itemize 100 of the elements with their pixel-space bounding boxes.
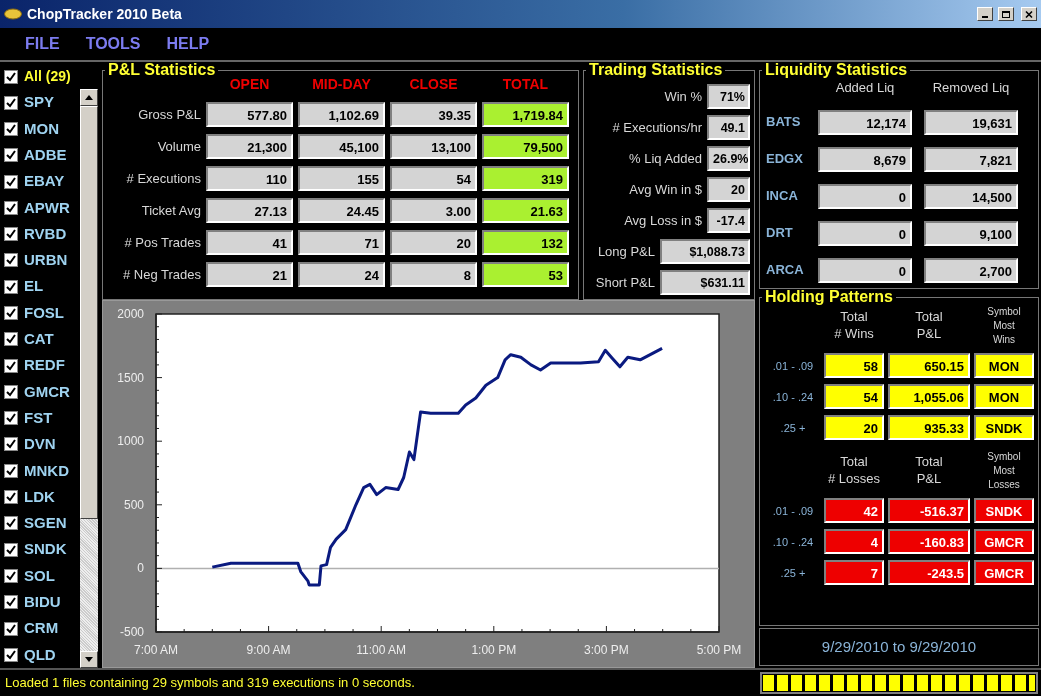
checkbox[interactable]	[4, 621, 18, 636]
symbol-label[interactable]: MON	[24, 117, 59, 141]
row-label: Volume	[156, 137, 201, 156]
symbol-label[interactable]: URBN	[24, 249, 68, 272]
tick-label: 1:00 PM	[471, 643, 517, 657]
up-arrow-icon	[85, 95, 93, 101]
menu-item[interactable]: HELP	[166, 32, 210, 56]
row-label: .01 - .09	[771, 503, 815, 519]
tick-label: 1500	[117, 370, 144, 385]
row-label: # Pos Trades	[123, 233, 201, 252]
menu-item[interactable]: TOOLS	[85, 32, 141, 56]
symbol-label[interactable]: CAT	[24, 328, 54, 351]
row-label: .25 +	[779, 420, 807, 436]
value-field: 7	[824, 560, 884, 586]
checkbox[interactable]	[4, 490, 18, 505]
checkbox[interactable]	[4, 595, 18, 610]
value-field: 9,100	[924, 220, 1018, 246]
checkbox[interactable]	[4, 542, 18, 557]
checkbox[interactable]	[4, 174, 18, 189]
value-field: 650.15	[888, 353, 970, 379]
value-field: -243.5	[888, 560, 970, 586]
value-field: 20	[824, 415, 884, 441]
value-field: 20	[707, 177, 750, 202]
tick-label: 0	[137, 561, 144, 576]
close-icon	[1024, 9, 1034, 19]
symbol-label[interactable]: EBAY	[24, 170, 65, 193]
checkbox[interactable]	[4, 332, 18, 347]
value-field: GMCR	[974, 560, 1034, 586]
symbol-label[interactable]: SOL	[24, 564, 55, 588]
value-field: 0	[818, 257, 912, 283]
row-label: .10 - .24	[771, 534, 815, 550]
checkbox[interactable]	[4, 463, 18, 478]
checkbox[interactable]	[4, 306, 18, 320]
row-label: .25 +	[779, 565, 807, 581]
tick-label: 1000	[117, 434, 144, 449]
value-field: 26.9%	[707, 146, 750, 171]
symbol-label[interactable]: EL	[24, 275, 44, 298]
tick-label: -500	[119, 625, 144, 639]
checkbox[interactable]	[4, 358, 18, 373]
row-label: % Liq Added	[629, 149, 702, 168]
value-field: 39.35	[390, 102, 477, 127]
checkbox[interactable]	[4, 148, 18, 163]
row-label: BATS	[766, 113, 802, 132]
symbol-label[interactable]: All (29)	[24, 66, 71, 88]
checkbox[interactable]	[4, 200, 18, 215]
symbol-label[interactable]: GMCR	[24, 380, 70, 404]
row-label: Gross P&L	[137, 105, 201, 124]
checkbox[interactable]	[4, 568, 18, 583]
value-field: 58	[824, 353, 884, 379]
close-button[interactable]	[1021, 7, 1037, 21]
symbol-label[interactable]: BIDU	[24, 591, 61, 614]
value-field: 20	[390, 230, 477, 255]
column-header: Total P&L	[915, 454, 943, 489]
symbol-label[interactable]: REDF	[24, 354, 65, 377]
symbol-label[interactable]: FST	[24, 406, 53, 430]
symbol-label[interactable]: QLD	[24, 643, 56, 667]
checkbox[interactable]	[4, 69, 18, 84]
checkbox[interactable]	[4, 516, 18, 531]
symbol-label[interactable]: SGEN	[24, 512, 67, 535]
menu-item[interactable]: FILE	[25, 32, 60, 56]
tick-label: 11:00 AM	[356, 643, 407, 657]
checkbox[interactable]	[4, 253, 18, 268]
value-field: 1,102.69	[298, 102, 385, 127]
checkbox[interactable]	[4, 647, 18, 662]
checkbox[interactable]	[4, 384, 18, 399]
scrollbar[interactable]	[80, 89, 98, 668]
value-field: 0	[818, 220, 912, 246]
value-field: -160.83	[888, 529, 970, 555]
checkbox[interactable]	[4, 95, 18, 110]
value-field: SNDK	[974, 415, 1034, 441]
symbol-label[interactable]: ADBE	[24, 143, 67, 167]
minimize-button[interactable]	[977, 7, 993, 21]
symbol-label[interactable]: MNKD	[24, 459, 69, 482]
value-field: 14,500	[924, 183, 1018, 209]
symbol-label[interactable]: RVBD	[24, 222, 67, 246]
maximize-button[interactable]	[998, 7, 1014, 21]
symbol-label[interactable]: SPY	[24, 91, 54, 114]
value-field: 935.33	[888, 415, 970, 441]
checkbox[interactable]	[4, 227, 18, 242]
tick-label: 5:00 PM	[696, 643, 742, 657]
symbol-label[interactable]: DVN	[24, 433, 56, 456]
value-field: 27.13	[206, 198, 293, 223]
row-label: Long P&L	[597, 242, 655, 261]
symbol-label[interactable]: SNDK	[24, 538, 67, 561]
value-field: 41	[206, 230, 293, 255]
column-header: Total # Wins	[834, 309, 874, 344]
value-field: 19,631	[924, 109, 1018, 135]
column-header: Total # Losses	[827, 454, 880, 489]
row-label: Avg Loss in $	[624, 211, 702, 230]
checkbox[interactable]	[4, 411, 18, 426]
symbol-label[interactable]: FOSL	[24, 301, 64, 325]
symbol-label[interactable]: LDK	[24, 485, 55, 509]
symbol-label[interactable]: APWR	[24, 196, 70, 220]
checkbox[interactable]	[4, 437, 18, 452]
checkbox[interactable]	[4, 121, 18, 136]
scroll-down-button[interactable]	[80, 651, 98, 668]
symbol-label[interactable]: CRM	[24, 617, 59, 640]
value-field: 132	[482, 230, 569, 255]
scroll-up-button[interactable]	[80, 89, 98, 107]
checkbox[interactable]	[4, 279, 18, 294]
